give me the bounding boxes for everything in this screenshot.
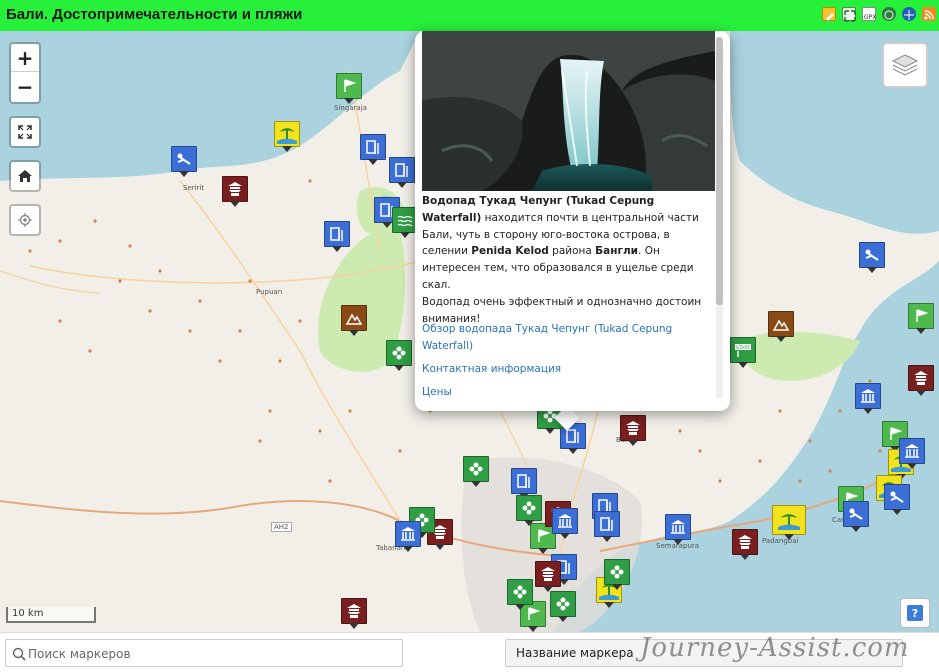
search-icon [12,647,26,661]
temple-marker[interactable] [341,598,367,629]
temple-marker[interactable] [620,415,646,446]
site-watermark: Journey-Assist.com [640,633,910,663]
marker-popup: Водопад Тукад Чепунг (Tukad Cepung Water… [415,31,730,411]
museum-marker[interactable] [855,383,881,414]
waterfall-photo [422,31,715,191]
diving-marker[interactable] [843,501,869,532]
popup-description: Водопад Тукад Чепунг (Tukad Cepung Water… [422,193,712,327]
popup-district: Бангли [595,245,639,258]
home-control [9,160,41,192]
rss-icon[interactable] [922,7,936,21]
museum-marker[interactable] [665,514,691,545]
fullscreen-icon[interactable] [842,7,856,22]
temple-marker[interactable] [908,365,934,396]
scale-bar: 10 km [6,607,96,623]
locate-control [9,204,41,236]
flag-marker[interactable] [908,303,934,334]
expand-icon[interactable] [11,118,39,146]
temple-marker[interactable] [222,176,248,207]
edit-icon[interactable] [822,7,836,21]
town-label: Pupuan [256,288,283,296]
marker-search [5,639,403,667]
popup-scrollbar-thumb[interactable] [716,37,723,305]
flag-marker[interactable] [336,73,362,104]
zoom-out-button[interactable]: − [11,73,39,101]
museum-marker[interactable] [899,438,925,469]
page-title: Бали. Достопримечательности и пляжи [6,6,303,23]
waterfall-marker[interactable] [594,511,620,542]
flower-marker[interactable] [550,591,576,622]
layers-button[interactable] [882,42,928,88]
help-button[interactable]: ? [900,598,930,628]
contact-link[interactable]: Контактная информация [422,361,712,378]
diving-marker[interactable] [884,484,910,515]
viewpoint-marker[interactable] [341,305,367,336]
header-bar: Бали. Достопримечательности и пляжи GPX [0,0,939,31]
popup-village: Penida Kelod [471,245,549,258]
flower-marker[interactable] [604,559,630,590]
waterfall-marker[interactable] [324,221,350,252]
prices-link[interactable]: Цены [422,384,712,401]
locate-icon[interactable] [11,206,39,234]
town-label: Seririt [183,184,205,192]
flower-marker[interactable] [463,456,489,487]
earth-icon[interactable] [902,7,916,21]
svg-text:GPX: GPX [864,14,876,21]
road-label: AH2 [271,522,292,532]
zoom-in-button[interactable]: + [11,44,39,72]
popup-links: Обзор водопада Тукад Чепунг (Tukad Cepun… [422,321,712,401]
footer-bar: Название маркера Journey-Assist.com [0,632,939,672]
popup-text-part: района [548,245,596,258]
diving-marker[interactable] [859,242,885,273]
svg-text:START: START [736,345,750,351]
flower-marker[interactable] [386,340,412,371]
beach-marker[interactable] [274,121,300,152]
temple-marker[interactable] [535,561,561,592]
gpx-icon[interactable]: GPX [862,7,876,21]
waterfall-marker[interactable] [389,157,415,188]
temple-marker[interactable] [732,529,758,560]
review-link[interactable]: Обзор водопада Тукад Чепунг (Tukad Cepun… [422,321,712,355]
globe-icon[interactable] [882,7,896,21]
town-label: Singaraja [334,104,367,112]
search-input[interactable] [28,643,398,665]
map-app: Бали. Достопримечательности и пляжи GPX [0,0,939,672]
museum-marker[interactable] [395,521,421,552]
zoom-control: + − [9,42,41,104]
layers-icon [891,54,919,76]
diving-marker[interactable] [171,146,197,177]
beach-marker[interactable] [772,505,806,540]
flower-marker[interactable] [516,495,542,526]
start-marker[interactable]: START [730,337,756,368]
help-icon: ? [907,605,923,621]
fullscreen-control [9,116,41,148]
flower-marker[interactable] [507,579,533,610]
museum-marker[interactable] [552,508,578,539]
waterfall-marker[interactable] [360,134,386,165]
waterfall-marker[interactable] [511,468,537,499]
viewpoint-marker[interactable] [768,311,794,342]
home-icon[interactable] [11,162,39,190]
